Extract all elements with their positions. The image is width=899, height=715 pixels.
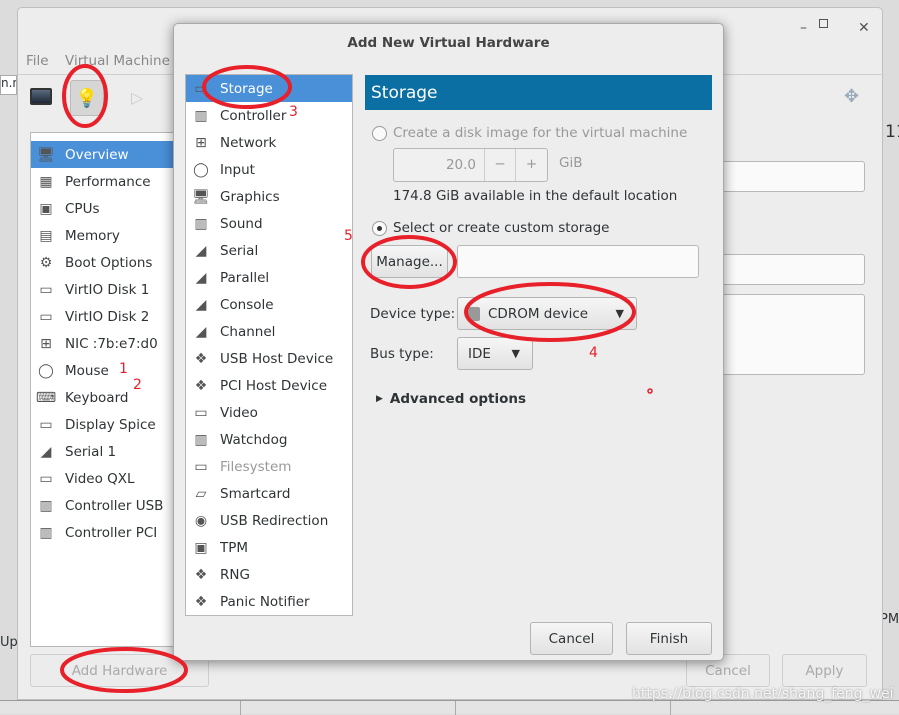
annotation-circle — [202, 65, 292, 109]
annotation-number: 2 — [133, 377, 142, 393]
annotation-circle — [62, 64, 108, 128]
annotation-number: 4 — [589, 345, 598, 361]
annotation-overlay — [60, 64, 653, 693]
annotation-circle — [361, 235, 457, 289]
annotation-circle — [60, 647, 188, 693]
annotation-number: 5 — [344, 228, 353, 244]
annotation-circle — [464, 282, 636, 342]
annotation-number: 1 — [119, 361, 128, 377]
annotation-dot — [647, 388, 653, 394]
annotation-number: 3 — [289, 104, 298, 120]
